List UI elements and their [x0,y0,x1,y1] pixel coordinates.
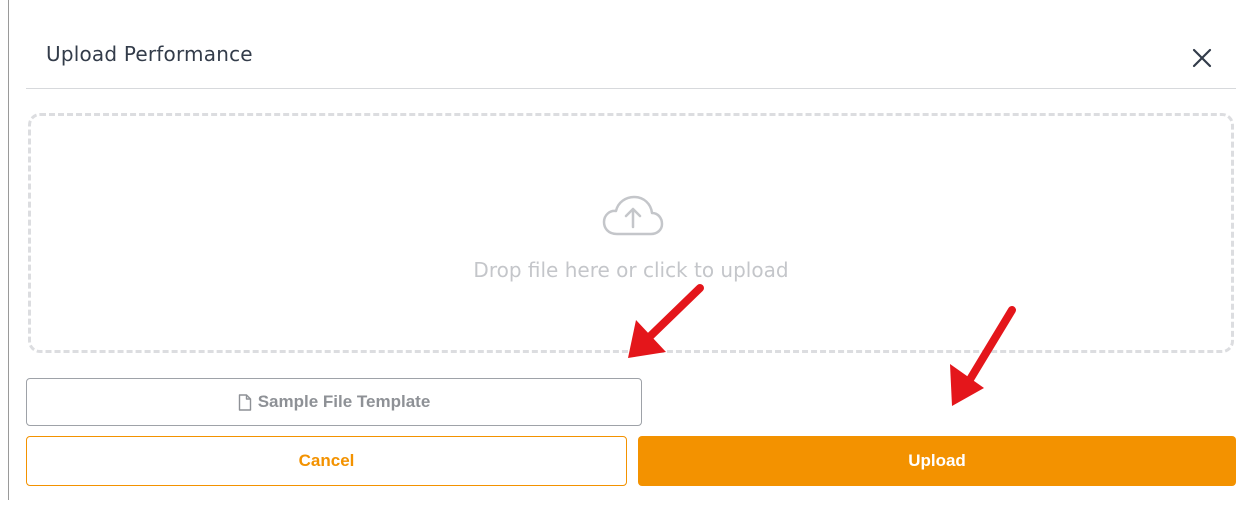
cloud-upload-icon [602,195,664,236]
sample-file-template-button[interactable]: Sample File Template [26,378,642,426]
sample-file-template-label: Sample File Template [257,392,431,411]
dialog-header: Upload Performance [26,0,1236,89]
page: Upload Performance Drop file here or cli… [0,0,1248,523]
close-icon [1192,48,1212,68]
left-border-line [8,0,9,500]
close-button[interactable] [1189,45,1215,71]
file-icon [238,393,251,411]
upload-button[interactable]: Upload [638,436,1236,486]
dialog-title: Upload Performance [46,42,253,66]
cancel-button[interactable]: Cancel [26,436,627,486]
file-dropzone[interactable]: Drop file here or click to upload [28,113,1234,353]
upload-performance-dialog: Upload Performance Drop file here or cli… [26,0,1236,523]
dropzone-text: Drop file here or click to upload [473,258,789,282]
